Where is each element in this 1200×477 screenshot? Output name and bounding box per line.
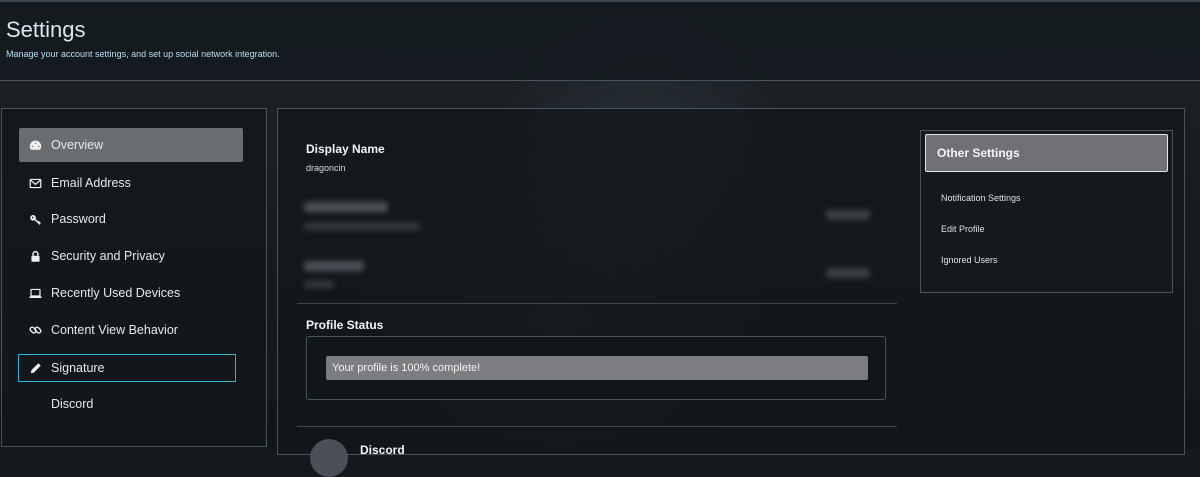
page-subtitle: Manage your account settings, and set up… <box>6 49 280 59</box>
sidebar-item-signature[interactable]: Signature <box>18 354 236 382</box>
redacted-password-label <box>304 261 364 271</box>
section-divider <box>297 426 897 427</box>
sidebar-item-devices[interactable]: Recently Used Devices <box>19 276 243 310</box>
sidebar-item-overview[interactable]: Overview <box>19 128 243 162</box>
display-name-label: Display Name <box>306 142 385 156</box>
redacted-change-button[interactable] <box>826 268 870 278</box>
page-header: Settings Manage your account settings, a… <box>0 2 1200 81</box>
sidebar-item-label: Discord <box>51 397 94 411</box>
discord-section-title: Discord <box>360 443 405 457</box>
sidebar-item-email[interactable]: Email Address <box>19 166 243 200</box>
other-settings-header: Other Settings <box>925 134 1168 172</box>
link-icon <box>19 324 51 337</box>
pencil-icon <box>19 362 51 375</box>
redacted-password-value <box>304 281 334 288</box>
sidebar-item-discord[interactable]: Discord <box>19 387 243 421</box>
redacted-email-value <box>304 223 420 230</box>
sidebar-item-label: Content View Behavior <box>51 323 178 337</box>
sidebar-item-label: Email Address <box>51 176 131 190</box>
sidebar-item-label: Signature <box>51 361 105 375</box>
profile-status-label: Profile Status <box>306 318 384 332</box>
key-icon <box>19 213 51 226</box>
sidebar-item-content-view[interactable]: Content View Behavior <box>19 313 243 347</box>
sidebar-item-password[interactable]: Password <box>19 202 243 236</box>
sidebar-item-label: Overview <box>51 138 104 152</box>
page-title: Settings <box>6 17 86 42</box>
edit-profile-link[interactable]: Edit Profile <box>941 224 985 234</box>
sidebar-item-label: Security and Privacy <box>51 249 165 263</box>
display-name-value: dragoncin <box>306 163 346 173</box>
envelope-icon <box>19 177 51 190</box>
sidebar-item-security[interactable]: Security and Privacy <box>19 239 243 273</box>
section-divider <box>297 303 897 304</box>
notification-settings-link[interactable]: Notification Settings <box>941 193 1021 203</box>
ignored-users-link[interactable]: Ignored Users <box>941 255 998 265</box>
sidebar-item-label: Password <box>51 212 106 226</box>
redacted-change-button[interactable] <box>826 210 870 220</box>
redacted-email-label <box>304 202 388 212</box>
dashboard-icon <box>19 139 51 152</box>
profile-progress-bar: Your profile is 100% complete! <box>326 356 868 380</box>
profile-progress-text: Your profile is 100% complete! <box>332 362 481 374</box>
lock-icon <box>19 250 51 263</box>
discord-avatar <box>310 439 348 477</box>
laptop-icon <box>19 287 51 300</box>
sidebar-item-label: Recently Used Devices <box>51 286 181 300</box>
